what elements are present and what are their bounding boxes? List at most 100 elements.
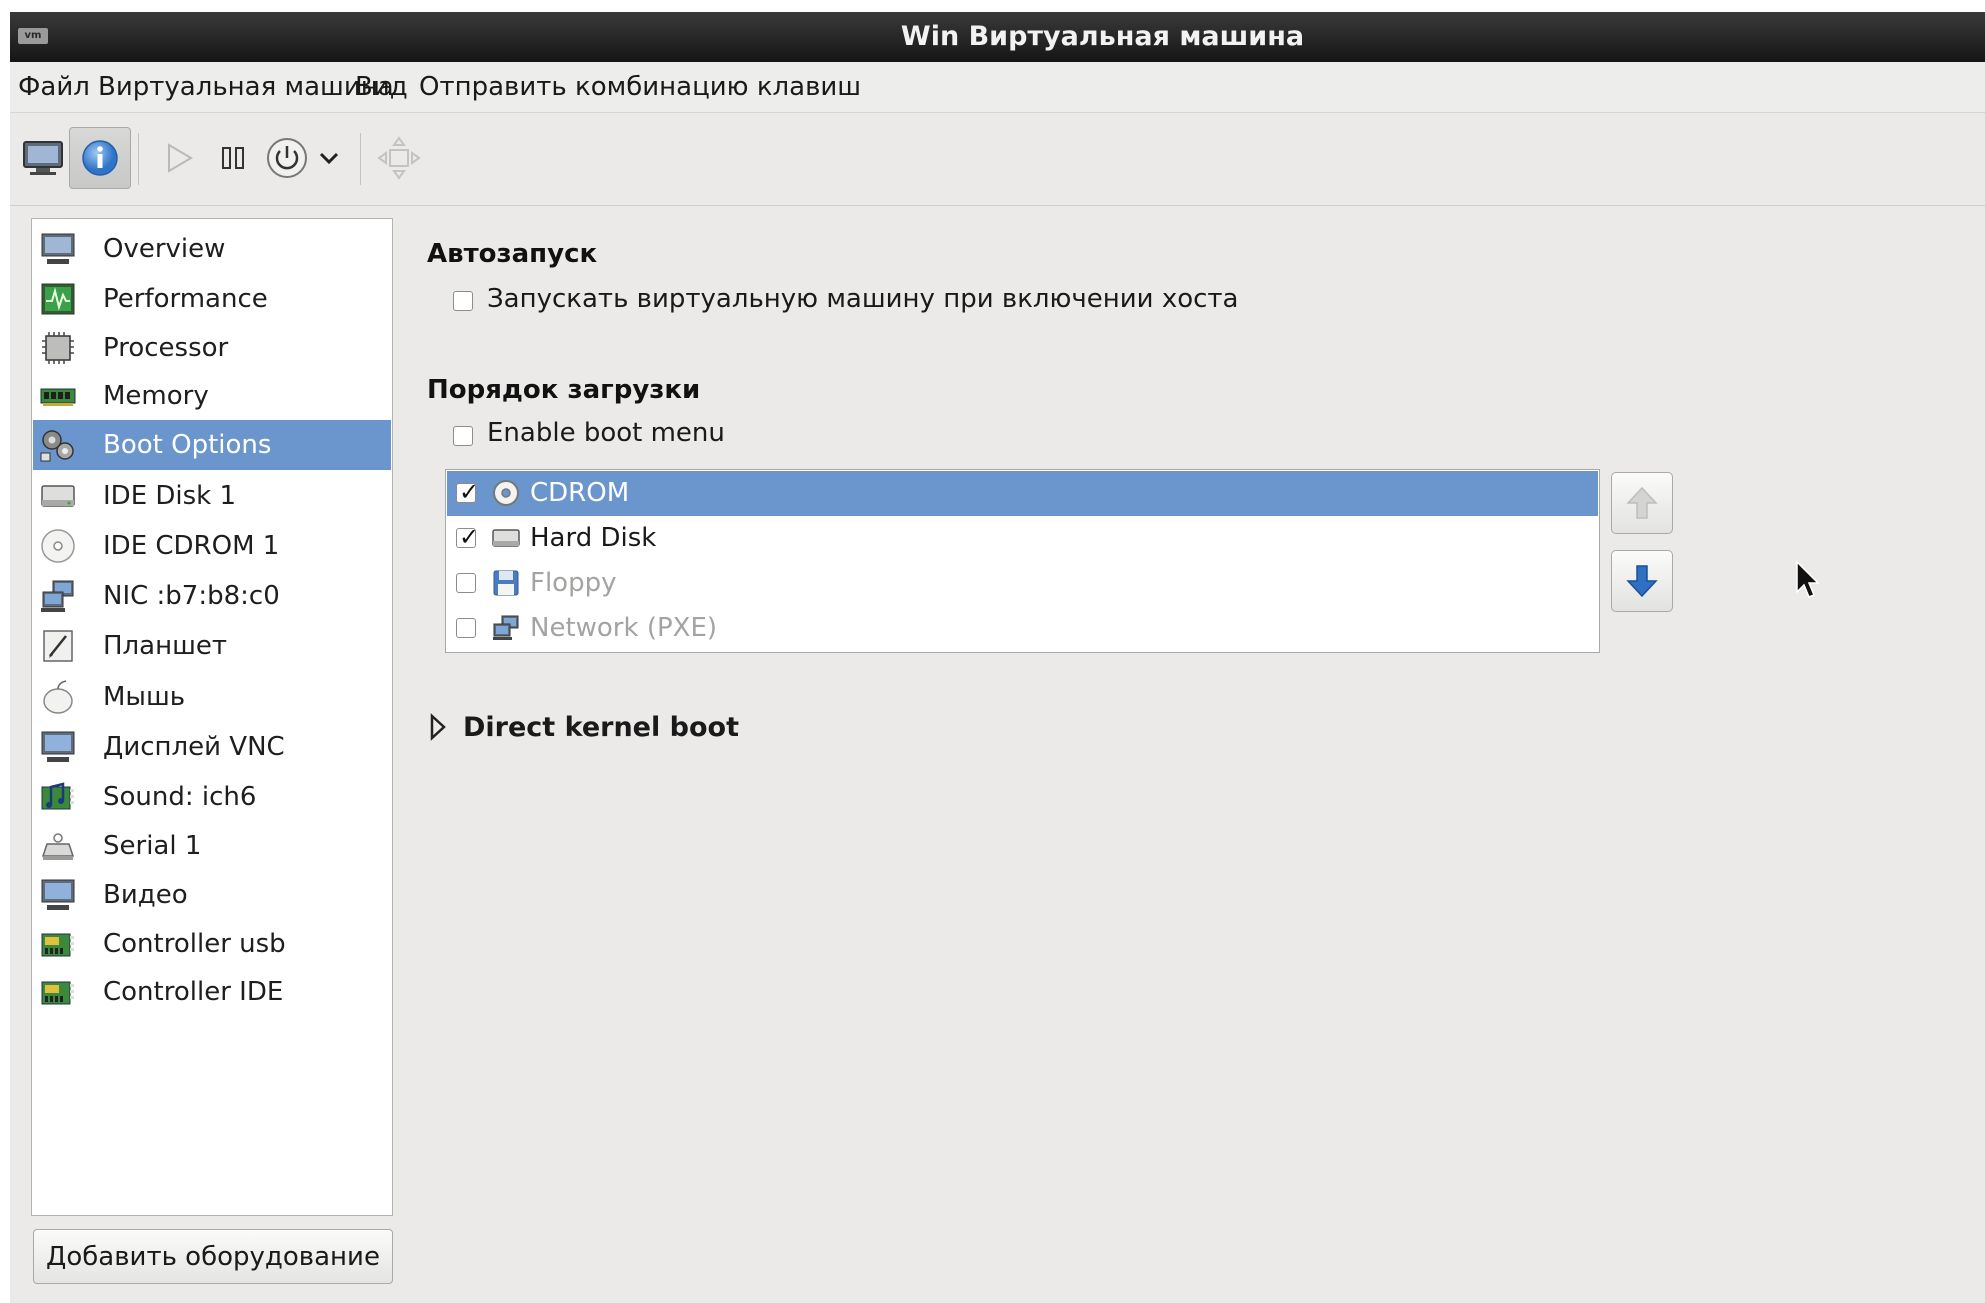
toolbar-separator (138, 133, 139, 185)
sidebar-item-sound[interactable]: Sound: ich6 (33, 772, 391, 822)
sidebar-item-tablet[interactable]: Планшет (33, 621, 391, 671)
autostart-checkbox[interactable] (453, 291, 473, 311)
sidebar-item-label: Sound: ich6 (103, 782, 257, 812)
boot-device-row-network[interactable]: Network (PXE) (447, 606, 1598, 651)
details-button[interactable] (69, 127, 131, 189)
arrow-down-icon (1626, 565, 1658, 598)
network-icon (493, 615, 519, 640)
enable-boot-menu-checkbox[interactable] (453, 426, 473, 446)
sidebar-item-controller-ide[interactable]: Controller IDE (33, 967, 391, 1017)
sidebar-item-label: Serial 1 (103, 831, 202, 861)
sidebar-item-boot-options[interactable]: Boot Options (33, 420, 391, 470)
sidebar-item-performance[interactable]: Performance (33, 274, 391, 324)
toolbar-separator (360, 133, 361, 185)
pause-icon (222, 147, 244, 169)
console-button[interactable] (12, 127, 74, 189)
menu-send-key[interactable]: Отправить комбинацию клавиш (419, 62, 861, 112)
shutdown-button[interactable] (256, 127, 318, 189)
sidebar-item-ide-disk[interactable]: IDE Disk 1 (33, 471, 391, 521)
autostart-checkbox-label[interactable]: Запускать виртуальную машину при включен… (487, 284, 1239, 314)
autostart-title: Автозапуск (427, 239, 598, 269)
pause-button[interactable] (202, 127, 264, 189)
menubar: Файл Виртуальная машина Вид Отправить ко… (10, 62, 1985, 113)
info-icon (82, 140, 118, 176)
video-icon (41, 879, 75, 910)
boot-device-row-hard-disk[interactable]: ✓ Hard Disk (447, 516, 1598, 561)
checkmark-icon: ✓ (459, 478, 480, 506)
sidebar-item-label: Overview (103, 234, 226, 264)
overview-icon (41, 233, 75, 264)
add-hardware-button[interactable]: Добавить оборудование (33, 1229, 393, 1284)
sidebar-item-label: Видео (103, 880, 188, 910)
checkmark-icon: ✓ (459, 523, 480, 551)
play-icon (168, 143, 193, 173)
sidebar-item-display-vnc[interactable]: Дисплей VNC (33, 722, 391, 772)
floppy-icon (493, 570, 519, 596)
mouse-cursor-icon (1796, 560, 1820, 598)
sidebar-item-processor[interactable]: Processor (33, 323, 391, 373)
sidebar-item-ide-cdrom[interactable]: IDE CDROM 1 (33, 521, 391, 571)
sidebar-item-nic[interactable]: NIC :b7:b8:c0 (33, 571, 391, 621)
controller-icon (41, 981, 74, 1005)
serial-icon (41, 833, 75, 860)
arrow-up-icon (1626, 486, 1658, 519)
boot-device-checkbox[interactable] (456, 573, 476, 593)
menu-virtual-machine[interactable]: Виртуальная машина (98, 62, 394, 112)
title-bar[interactable]: vm Win Виртуальная машина (10, 12, 1985, 62)
move-up-button[interactable] (1611, 472, 1673, 534)
sidebar-item-label: IDE Disk 1 (103, 481, 237, 511)
sidebar-item-label: Memory (103, 381, 209, 411)
sidebar-item-memory[interactable]: Memory (33, 371, 391, 421)
display-icon (41, 731, 75, 762)
sidebar-item-video[interactable]: Видео (33, 870, 391, 920)
sidebar-item-mouse[interactable]: Мышь (33, 672, 391, 722)
boot-device-row-floppy[interactable]: Floppy (447, 561, 1598, 606)
sidebar-item-label: Дисплей VNC (103, 732, 285, 762)
direct-kernel-boot-expander[interactable]: Direct kernel boot (429, 709, 739, 745)
sidebar-item-label: Performance (103, 284, 268, 314)
controller-icon (41, 933, 74, 957)
sidebar-item-serial[interactable]: Serial 1 (33, 821, 391, 871)
sidebar-item-overview[interactable]: Overview (33, 224, 391, 274)
disk-icon (492, 529, 520, 547)
fullscreen-button[interactable] (368, 127, 430, 189)
fullscreen-icon (377, 136, 421, 180)
mouse-icon (43, 680, 73, 714)
sidebar-item-controller-usb[interactable]: Controller usb (33, 919, 391, 969)
hardware-list: Overview Performance Processor Memory Bo… (31, 218, 393, 1216)
run-button[interactable] (147, 127, 209, 189)
processor-icon (42, 332, 74, 364)
boot-device-checkbox[interactable] (456, 618, 476, 638)
shutdown-menu-button[interactable] (312, 127, 346, 189)
boot-device-row-cdrom[interactable]: ✓ CDROM (447, 471, 1598, 516)
menu-file[interactable]: Файл (18, 62, 90, 112)
sidebar-item-label: Мышь (103, 682, 186, 712)
sidebar-item-label: Controller usb (103, 929, 286, 959)
sidebar-item-label: IDE CDROM 1 (103, 531, 280, 561)
boot-device-label: Network (PXE) (530, 613, 718, 643)
power-icon (267, 138, 307, 178)
cdrom-icon (41, 529, 75, 563)
monitor-icon (23, 141, 63, 175)
boot-device-label: Floppy (530, 568, 617, 598)
boot-order-title: Порядок загрузки (427, 375, 701, 405)
sidebar-item-label: Processor (103, 333, 229, 363)
window-title: Win Виртуальная машина (900, 21, 1305, 52)
boot-device-label: CDROM (530, 478, 630, 508)
sidebar-item-label: Boot Options (103, 430, 272, 460)
toolbar (10, 113, 1985, 206)
enable-boot-menu-label[interactable]: Enable boot menu (487, 418, 725, 448)
menu-view[interactable]: Вид (355, 62, 408, 112)
move-down-button[interactable] (1611, 550, 1673, 612)
tablet-icon (43, 630, 73, 662)
direct-kernel-boot-label: Direct kernel boot (463, 711, 739, 743)
cdrom-icon (493, 480, 519, 506)
memory-icon (40, 388, 76, 406)
sidebar-item-label: NIC :b7:b8:c0 (103, 581, 280, 611)
sidebar-item-label: Планшет (103, 631, 228, 661)
performance-icon (41, 283, 75, 315)
sidebar-item-label: Controller IDE (103, 977, 284, 1007)
boot-device-list: ✓ CDROM ✓ Hard Disk Floppy Network (PXE) (445, 469, 1600, 653)
sound-icon (41, 782, 74, 810)
boot-device-label: Hard Disk (530, 523, 657, 553)
